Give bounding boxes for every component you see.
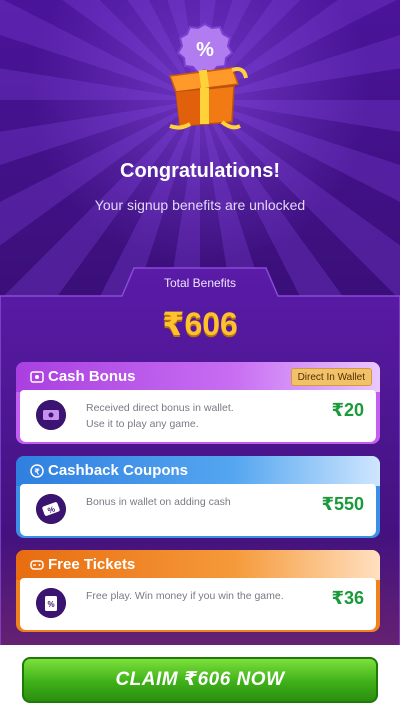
free-tickets-desc-line1: Free play. Win money if you win the game… <box>86 590 284 602</box>
svg-text:%: % <box>47 600 54 609</box>
cash-bonus-desc-line2: Use it to play any game. <box>86 418 199 430</box>
cash-bonus-header: Cash Bonus Direct In Wallet <box>16 362 380 392</box>
total-benefits-label: Total Benefits <box>163 276 237 290</box>
cashback-coupons-header: ₹ Cashback Coupons <box>16 456 380 486</box>
free-tickets-body: % Free play. Win money if you win the ga… <box>20 578 376 630</box>
cashback-coupons-description: Bonus in wallet on adding cash <box>86 494 306 510</box>
cashback-coupons-body: % Bonus in wallet on adding cash ₹550 <box>20 484 376 536</box>
direct-in-wallet-badge: Direct In Wallet <box>290 368 372 386</box>
coupon-header-icon: ₹ <box>30 464 44 478</box>
cashback-coupons-amount: ₹550 <box>321 494 364 514</box>
free-tickets-title: Free Tickets <box>48 556 136 573</box>
svg-text:₹: ₹ <box>34 468 39 477</box>
coupon-icon: % <box>36 494 66 524</box>
cash-bonus-title: Cash Bonus <box>48 368 136 385</box>
cash-bonus-body: Received direct bonus in wallet. Use it … <box>20 390 376 442</box>
gift-box-icon: % <box>168 22 248 130</box>
cashback-coupons-desc-line1: Bonus in wallet on adding cash <box>86 496 231 508</box>
cash-bonus-description: Received direct bonus in wallet. Use it … <box>86 400 306 432</box>
free-tickets-card: Free Tickets % Free play. Win money if y… <box>16 550 380 632</box>
page-title: Congratulations! <box>120 160 280 182</box>
cash-bonus-desc-line1: Received direct bonus in wallet. <box>86 402 234 414</box>
total-benefits-value: ₹606 <box>162 306 238 342</box>
ticket-icon: % <box>36 588 66 618</box>
cashback-coupons-card: ₹ Cashback Coupons % Bonus in wallet on … <box>16 456 380 538</box>
gamepad-icon <box>30 560 44 570</box>
cash-bonus-card: Cash Bonus Direct In Wallet Received dir… <box>16 362 380 444</box>
cashback-coupons-title: Cashback Coupons <box>48 462 189 479</box>
free-tickets-header: Free Tickets <box>16 550 380 580</box>
benefits-screen: % Congratulations! Your signup benefits … <box>0 0 400 711</box>
cash-bonus-amount: ₹20 <box>331 400 364 420</box>
free-tickets-description: Free play. Win money if you win the game… <box>86 588 306 604</box>
cash-icon <box>36 400 66 430</box>
percent-badge-symbol: % <box>196 39 214 61</box>
cash-bonus-header-icon <box>30 371 44 383</box>
claim-now-button[interactable]: CLAIM ₹606 NOW <box>22 657 378 703</box>
free-tickets-amount: ₹36 <box>331 588 364 608</box>
page-subtitle: Your signup benefits are unlocked <box>94 197 306 213</box>
